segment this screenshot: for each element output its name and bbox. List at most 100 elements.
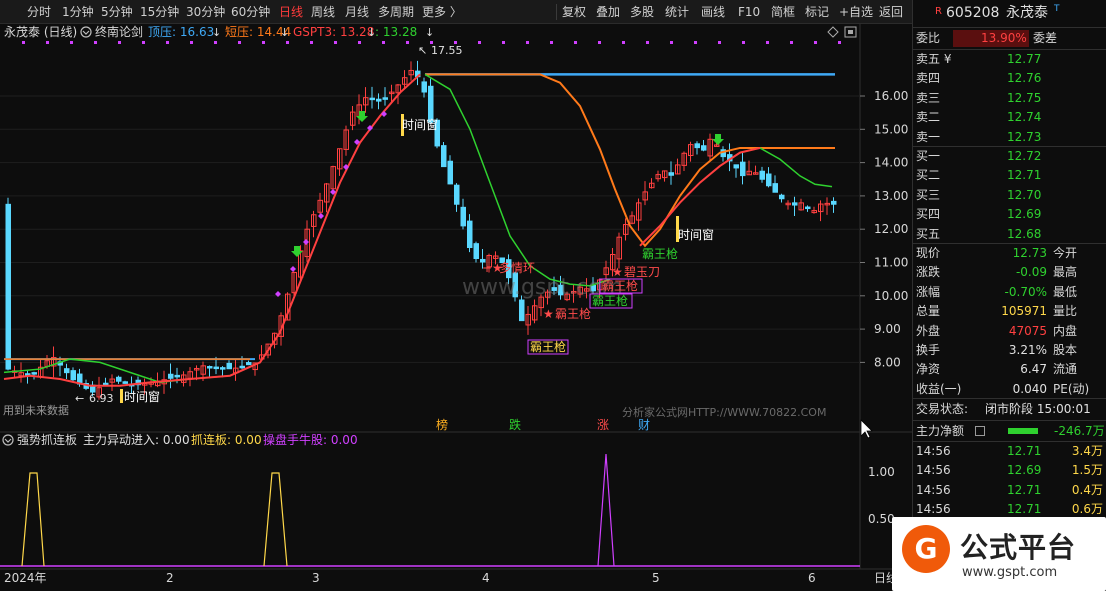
event-label-die[interactable]: 跌 bbox=[509, 417, 521, 432]
purple-diamond-marker bbox=[318, 213, 324, 219]
ask-level-row[interactable]: 卖三 12.75 bbox=[913, 89, 1106, 108]
stock-name: 永茂泰 bbox=[1006, 5, 1048, 21]
indicator-settings-icon[interactable] bbox=[80, 26, 92, 38]
fuquan-button[interactable]: 复权 bbox=[562, 4, 586, 20]
tick-time: 14:56 bbox=[916, 482, 951, 497]
period-tab-5min[interactable]: 5分钟 bbox=[101, 4, 133, 20]
signal-dot bbox=[382, 41, 385, 44]
signal-dot bbox=[214, 41, 217, 44]
candle-body bbox=[220, 367, 226, 370]
down-arrow-marker bbox=[291, 246, 303, 257]
signal-dot bbox=[694, 41, 697, 44]
event-label-bang[interactable]: 榜 bbox=[436, 417, 448, 432]
period-tab-60min[interactable]: 60分钟 bbox=[231, 4, 270, 20]
svg-text:↓: ↓ bbox=[367, 26, 376, 39]
subchart-settings-icon[interactable] bbox=[2, 434, 14, 446]
period-tab-monthly[interactable]: 月线 bbox=[345, 4, 369, 20]
ask-level-row[interactable]: 卖四 12.76 bbox=[913, 69, 1106, 88]
bid-level-row[interactable]: 买五 12.68 bbox=[913, 225, 1106, 244]
multi-stock-button[interactable]: 多股 bbox=[630, 4, 654, 20]
period-tab-weekly[interactable]: 周线 bbox=[311, 4, 335, 20]
ask-price: 12.75 bbox=[1007, 90, 1042, 105]
period-tab-1min[interactable]: 1分钟 bbox=[62, 4, 94, 20]
subchart-spike bbox=[263, 472, 288, 567]
period-tab-15min[interactable]: 15分钟 bbox=[140, 4, 179, 20]
annotation-time-window-1: 时间窗 bbox=[120, 389, 160, 404]
ask-price: 12.74 bbox=[1007, 110, 1042, 125]
period-tab-multi[interactable]: 多周期 bbox=[378, 4, 414, 20]
candle-body bbox=[441, 145, 447, 168]
price-tick-label: 9.00 bbox=[874, 322, 901, 336]
ask-level-row[interactable]: 卖一 12.73 bbox=[913, 128, 1106, 147]
bid-label: 买二 bbox=[916, 168, 941, 183]
signal-dot bbox=[526, 41, 529, 44]
source-url-text: 分析家公式网HTTP://WWW.70822.COM bbox=[622, 405, 826, 419]
price-grid bbox=[0, 95, 860, 363]
overlay-button[interactable]: 叠加 bbox=[596, 4, 620, 20]
bid-level-row[interactable]: 买二 12.71 bbox=[913, 166, 1106, 185]
candle-body bbox=[122, 381, 128, 384]
f10-button[interactable]: F10 bbox=[738, 4, 760, 20]
svg-text:霸王枪: 霸王枪 bbox=[642, 246, 678, 261]
candle-body bbox=[168, 373, 174, 379]
bid-price: 12.68 bbox=[1007, 226, 1042, 241]
high-price-label: ↖ 17.55 bbox=[418, 44, 463, 57]
signal-dot bbox=[310, 41, 313, 44]
period-tab-fenshi[interactable]: 分时 bbox=[27, 4, 51, 20]
brand-name: 公式平台 bbox=[960, 531, 1077, 564]
quote-value: 12.73 bbox=[1012, 246, 1047, 260]
quote-label-2: 最高 bbox=[1053, 265, 1078, 280]
collapse-panel-icon[interactable] bbox=[844, 26, 857, 38]
signal-dot bbox=[550, 41, 553, 44]
signal-dot bbox=[478, 41, 481, 44]
candle-body bbox=[831, 200, 837, 205]
stock-badge: R bbox=[935, 6, 942, 17]
signal-dot bbox=[238, 41, 241, 44]
signal-dot bbox=[46, 41, 49, 44]
tick-volume: 0.4万 bbox=[1071, 482, 1103, 497]
simple-frame-button[interactable]: 简框 bbox=[771, 4, 795, 20]
signal-dot bbox=[766, 41, 769, 44]
period-tab-more[interactable]: 更多 〉 bbox=[422, 4, 462, 20]
quote-row: 收益(一) 0.040 PE(动) bbox=[913, 380, 1106, 399]
ask-level-row[interactable]: 卖五 ¥ 12.77 bbox=[913, 50, 1106, 69]
subchart-item-zhualianban: 抓连板: 0.00 bbox=[191, 432, 262, 447]
candle-body bbox=[694, 143, 700, 149]
candle-body bbox=[226, 362, 232, 370]
down-arrow-marker bbox=[356, 111, 368, 122]
signal-dot bbox=[670, 41, 673, 44]
add-watchlist-button[interactable]: +自选 bbox=[839, 4, 873, 20]
period-tab-30min[interactable]: 30分钟 bbox=[186, 4, 225, 20]
ask-level-row[interactable]: 卖二 12.74 bbox=[913, 108, 1106, 127]
svg-text:17.55: 17.55 bbox=[431, 44, 463, 57]
candle-body bbox=[70, 370, 76, 381]
bid-level-row[interactable]: 买四 12.69 bbox=[913, 205, 1106, 224]
subchart-spike bbox=[21, 472, 45, 567]
draw-line-button[interactable]: 画线 bbox=[701, 4, 725, 20]
candle-body bbox=[473, 243, 479, 260]
mark-button[interactable]: 标记 bbox=[805, 4, 829, 20]
event-label-cai[interactable]: 财 bbox=[638, 418, 650, 432]
x-label-mar: 3 bbox=[312, 571, 320, 585]
capital-detail-icon[interactable] bbox=[975, 426, 985, 436]
svg-text:霸王枪: 霸王枪 bbox=[602, 278, 638, 293]
kline-chart[interactable]: 永茂泰 (日线) 终南论剑 顶压: 16.63 短压: 14.44 GSPT3:… bbox=[0, 24, 912, 591]
candle-body bbox=[805, 206, 811, 210]
period-tab-daily[interactable]: 日线 bbox=[279, 4, 303, 20]
quote-row: 总量 105971 量比 bbox=[913, 302, 1106, 321]
bid-level-row[interactable]: 买三 12.70 bbox=[913, 186, 1106, 205]
stats-button[interactable]: 统计 bbox=[665, 4, 689, 20]
trading-app-window: { "toolbar":{ "periods":["分时","1分钟","5分钟… bbox=[0, 0, 1106, 591]
tick-row: 14:56 12.71 3.4万 bbox=[913, 442, 1106, 461]
back-button[interactable]: 返回 bbox=[879, 4, 903, 20]
signal-dot bbox=[790, 41, 793, 44]
quote-row: 换手 3.21% 股本 bbox=[913, 341, 1106, 360]
quote-label-2: 内盘 bbox=[1053, 323, 1078, 338]
candle-body bbox=[246, 362, 252, 366]
bid-label: 买三 bbox=[916, 187, 941, 202]
event-label-zhang[interactable]: 涨 bbox=[597, 417, 609, 432]
bid-level-row[interactable]: 买一 12.72 bbox=[913, 147, 1106, 166]
brand-badge: G 公式平台 www.gspt.com bbox=[892, 517, 1106, 591]
annotation-bawangqiang-5: 霸王枪 bbox=[599, 278, 643, 294]
diamond-toggle-icon[interactable] bbox=[827, 26, 839, 38]
